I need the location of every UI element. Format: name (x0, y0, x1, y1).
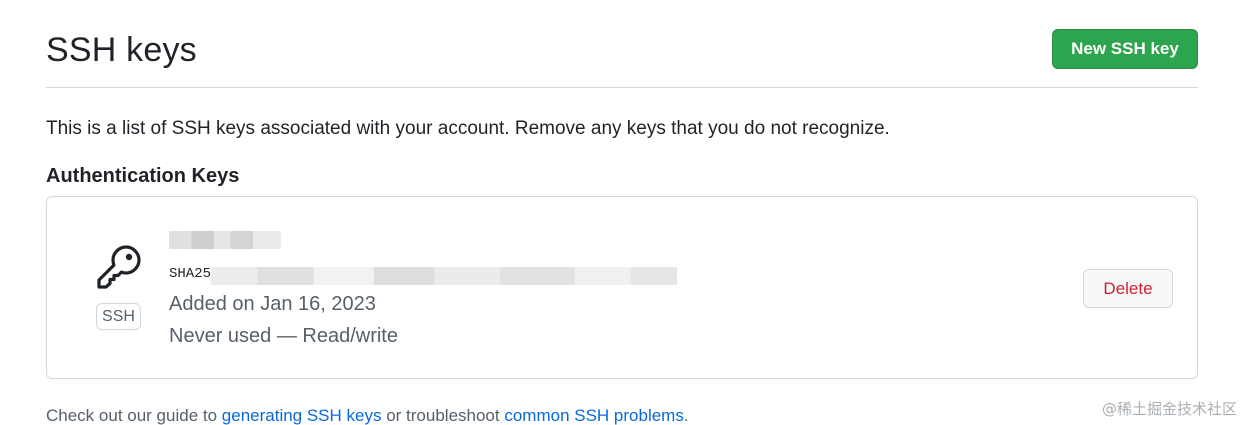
delete-key-button[interactable]: Delete (1083, 269, 1173, 308)
ssh-keys-page: SSH keys New SSH key This is a list of S… (0, 0, 1243, 425)
key-usage: Never used — Read/write (169, 325, 398, 347)
intro-text: This is a list of SSH keys associated wi… (46, 118, 890, 139)
new-ssh-key-button[interactable]: New SSH key (1052, 29, 1198, 69)
footer-text-after: . (683, 406, 689, 425)
generating-ssh-keys-link[interactable]: generating SSH keys (222, 406, 382, 425)
footer-text-before: Check out our guide to (46, 406, 222, 425)
key-type-column: SSH (95, 243, 145, 330)
footer-text-middle: or troubleshoot (381, 406, 505, 425)
key-fingerprint: SHA25 (169, 266, 212, 282)
page-title: SSH keys (46, 31, 197, 69)
key-title-redacted (169, 231, 281, 249)
key-added-date: Added on Jan 16, 2023 (169, 293, 376, 315)
key-type-badge: SSH (96, 303, 141, 330)
common-ssh-problems-link[interactable]: common SSH problems (504, 406, 684, 425)
ssh-key-list: SSH SHA25 Added on Jan 16, 2023 Never us… (46, 196, 1198, 379)
page-header: SSH keys New SSH key (46, 24, 1198, 88)
key-icon (95, 243, 145, 291)
key-fingerprint-redacted (211, 267, 677, 285)
help-footer: Check out our guide to generating SSH ke… (46, 405, 689, 425)
watermark: @稀土掘金技术社区 (1101, 400, 1237, 418)
authentication-keys-heading: Authentication Keys (46, 165, 240, 187)
